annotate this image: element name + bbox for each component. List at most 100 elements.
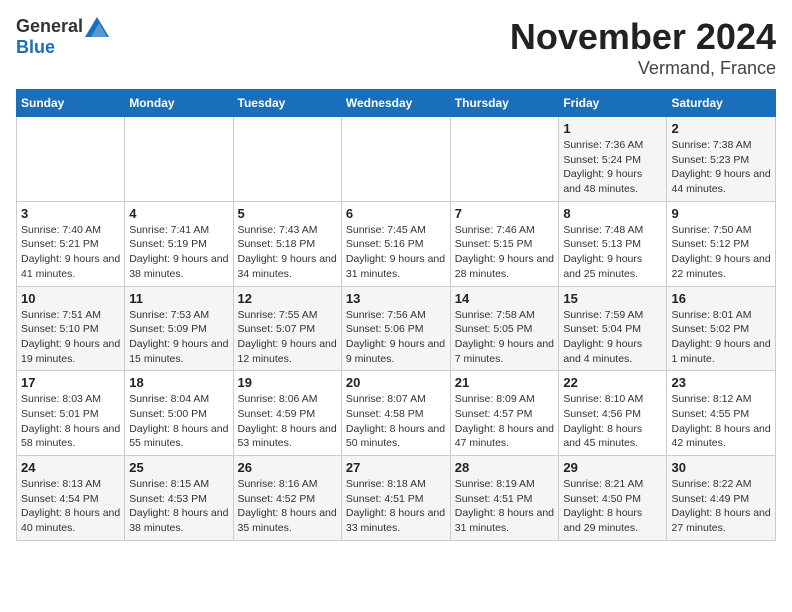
day-cell: 5Sunrise: 7:43 AM Sunset: 5:18 PM Daylig… [233,201,341,286]
logo-icon [85,17,109,37]
day-number: 15 [563,291,662,306]
day-cell: 4 Sunrise: 7:41 AM Sunset: 5:19 PM Daylig… [125,201,233,286]
day-cell: 18 Sunrise: 8:04 AM Sunset: 5:00 PM Dayli… [125,371,233,456]
day-info: Sunrise: 7:53 AM Sunset: 5:09 PM Dayligh… [129,308,228,367]
day-cell: 3 Sunrise: 7:40 AM Sunset: 5:21 PM Daylig… [17,201,125,286]
day-number: 30 [671,460,771,475]
day-number: 10 [21,291,120,306]
logo-general-text: General [16,16,83,37]
day-info: Sunrise: 8:19 AM Sunset: 4:51 PM Dayligh… [455,477,555,536]
day-cell: 27 Sunrise: 8:18 AM Sunset: 4:51 PM Dayli… [341,456,450,541]
day-cell: 11Sunrise: 7:53 AM Sunset: 5:09 PM Dayli… [125,286,233,371]
day-number: 28 [455,460,555,475]
day-cell: 17 Sunrise: 8:03 AM Sunset: 5:01 PM Dayli… [17,371,125,456]
day-cell: 26 Sunrise: 8:16 AM Sunset: 4:52 PM Dayli… [233,456,341,541]
day-info: Sunrise: 7:55 AM Sunset: 5:07 PM Dayligh… [238,308,337,367]
week-row-2: 3 Sunrise: 7:40 AM Sunset: 5:21 PM Daylig… [17,201,776,286]
logo: General Blue [16,16,109,58]
day-cell: 19 Sunrise: 8:06 AM Sunset: 4:59 PM Dayli… [233,371,341,456]
day-cell: 30 Sunrise: 8:22 AM Sunset: 4:49 PM Dayli… [667,456,776,541]
day-cell: 21 Sunrise: 8:09 AM Sunset: 4:57 PM Dayli… [450,371,559,456]
day-cell: 14Sunrise: 7:58 AM Sunset: 5:05 PM Dayli… [450,286,559,371]
day-number: 13 [346,291,446,306]
weekday-header-row: SundayMondayTuesdayWednesdayThursdayFrid… [17,90,776,117]
day-info: Sunrise: 8:13 AM Sunset: 4:54 PM Dayligh… [21,477,120,536]
day-info: Sunrise: 8:06 AM Sunset: 4:59 PM Dayligh… [238,392,337,451]
day-info: Sunrise: 7:41 AM Sunset: 5:19 PM Dayligh… [129,223,228,282]
day-info: Sunrise: 7:56 AM Sunset: 5:06 PM Dayligh… [346,308,446,367]
day-info: Sunrise: 7:40 AM Sunset: 5:21 PM Dayligh… [21,223,120,282]
day-number: 19 [238,375,337,390]
day-number: 23 [671,375,771,390]
weekday-header-saturday: Saturday [667,90,776,117]
day-number: 5 [238,206,337,221]
day-cell: 16Sunrise: 8:01 AM Sunset: 5:02 PM Dayli… [667,286,776,371]
day-number: 17 [21,375,120,390]
day-cell: 9Sunrise: 7:50 AM Sunset: 5:12 PM Daylig… [667,201,776,286]
day-info: Sunrise: 8:09 AM Sunset: 4:57 PM Dayligh… [455,392,555,451]
day-number: 16 [671,291,771,306]
day-info: Sunrise: 8:12 AM Sunset: 4:55 PM Dayligh… [671,392,771,451]
weekday-header-sunday: Sunday [17,90,125,117]
day-info: Sunrise: 8:07 AM Sunset: 4:58 PM Dayligh… [346,392,446,451]
day-cell: 22 Sunrise: 8:10 AM Sunset: 4:56 PM Dayli… [559,371,667,456]
day-cell: 7Sunrise: 7:46 AM Sunset: 5:15 PM Daylig… [450,201,559,286]
day-number: 20 [346,375,446,390]
day-info: Sunrise: 7:36 AM Sunset: 5:24 PM Dayligh… [563,138,662,197]
day-number: 27 [346,460,446,475]
day-number: 2 [671,121,771,136]
day-info: Sunrise: 7:38 AM Sunset: 5:23 PM Dayligh… [671,138,771,197]
weekday-header-monday: Monday [125,90,233,117]
title-block: November 2024 Vermand, France [510,16,776,79]
day-cell: 2 Sunrise: 7:38 AM Sunset: 5:23 PM Daylig… [667,117,776,202]
day-number: 7 [455,206,555,221]
day-info: Sunrise: 8:16 AM Sunset: 4:52 PM Dayligh… [238,477,337,536]
day-number: 8 [563,206,662,221]
day-info: Sunrise: 8:22 AM Sunset: 4:49 PM Dayligh… [671,477,771,536]
day-number: 12 [238,291,337,306]
day-info: Sunrise: 8:21 AM Sunset: 4:50 PM Dayligh… [563,477,662,536]
day-number: 3 [21,206,120,221]
day-cell [17,117,125,202]
day-info: Sunrise: 7:48 AM Sunset: 5:13 PM Dayligh… [563,223,662,282]
day-number: 14 [455,291,555,306]
day-cell: 13 Sunrise: 7:56 AM Sunset: 5:06 PM Dayli… [341,286,450,371]
day-number: 21 [455,375,555,390]
day-number: 22 [563,375,662,390]
day-info: Sunrise: 8:18 AM Sunset: 4:51 PM Dayligh… [346,477,446,536]
day-cell: 29 Sunrise: 8:21 AM Sunset: 4:50 PM Dayli… [559,456,667,541]
day-cell: 6 Sunrise: 7:45 AM Sunset: 5:16 PM Daylig… [341,201,450,286]
day-cell: 10 Sunrise: 7:51 AM Sunset: 5:10 PM Dayli… [17,286,125,371]
day-cell: 24Sunrise: 8:13 AM Sunset: 4:54 PM Dayli… [17,456,125,541]
day-number: 6 [346,206,446,221]
page-header: General Blue November 2024 Vermand, Fran… [16,16,776,79]
day-number: 1 [563,121,662,136]
location-title: Vermand, France [510,58,776,79]
week-row-3: 10 Sunrise: 7:51 AM Sunset: 5:10 PM Dayli… [17,286,776,371]
day-info: Sunrise: 7:59 AM Sunset: 5:04 PM Dayligh… [563,308,662,367]
day-cell: 8 Sunrise: 7:48 AM Sunset: 5:13 PM Daylig… [559,201,667,286]
day-info: Sunrise: 7:50 AM Sunset: 5:12 PM Dayligh… [671,223,771,282]
day-info: Sunrise: 8:04 AM Sunset: 5:00 PM Dayligh… [129,392,228,451]
day-cell [341,117,450,202]
week-row-1: 1 Sunrise: 7:36 AM Sunset: 5:24 PM Daylig… [17,117,776,202]
day-number: 25 [129,460,228,475]
calendar-table: SundayMondayTuesdayWednesdayThursdayFrid… [16,89,776,541]
day-number: 29 [563,460,662,475]
day-number: 26 [238,460,337,475]
day-info: Sunrise: 8:03 AM Sunset: 5:01 PM Dayligh… [21,392,120,451]
day-cell: 12 Sunrise: 7:55 AM Sunset: 5:07 PM Dayli… [233,286,341,371]
week-row-5: 24Sunrise: 8:13 AM Sunset: 4:54 PM Dayli… [17,456,776,541]
week-row-4: 17 Sunrise: 8:03 AM Sunset: 5:01 PM Dayli… [17,371,776,456]
weekday-header-wednesday: Wednesday [341,90,450,117]
day-info: Sunrise: 8:10 AM Sunset: 4:56 PM Dayligh… [563,392,662,451]
day-cell [233,117,341,202]
day-cell: 20 Sunrise: 8:07 AM Sunset: 4:58 PM Dayli… [341,371,450,456]
weekday-header-friday: Friday [559,90,667,117]
logo-blue-text: Blue [16,37,55,58]
day-info: Sunrise: 7:51 AM Sunset: 5:10 PM Dayligh… [21,308,120,367]
day-info: Sunrise: 7:45 AM Sunset: 5:16 PM Dayligh… [346,223,446,282]
day-number: 18 [129,375,228,390]
weekday-header-tuesday: Tuesday [233,90,341,117]
day-number: 4 [129,206,228,221]
